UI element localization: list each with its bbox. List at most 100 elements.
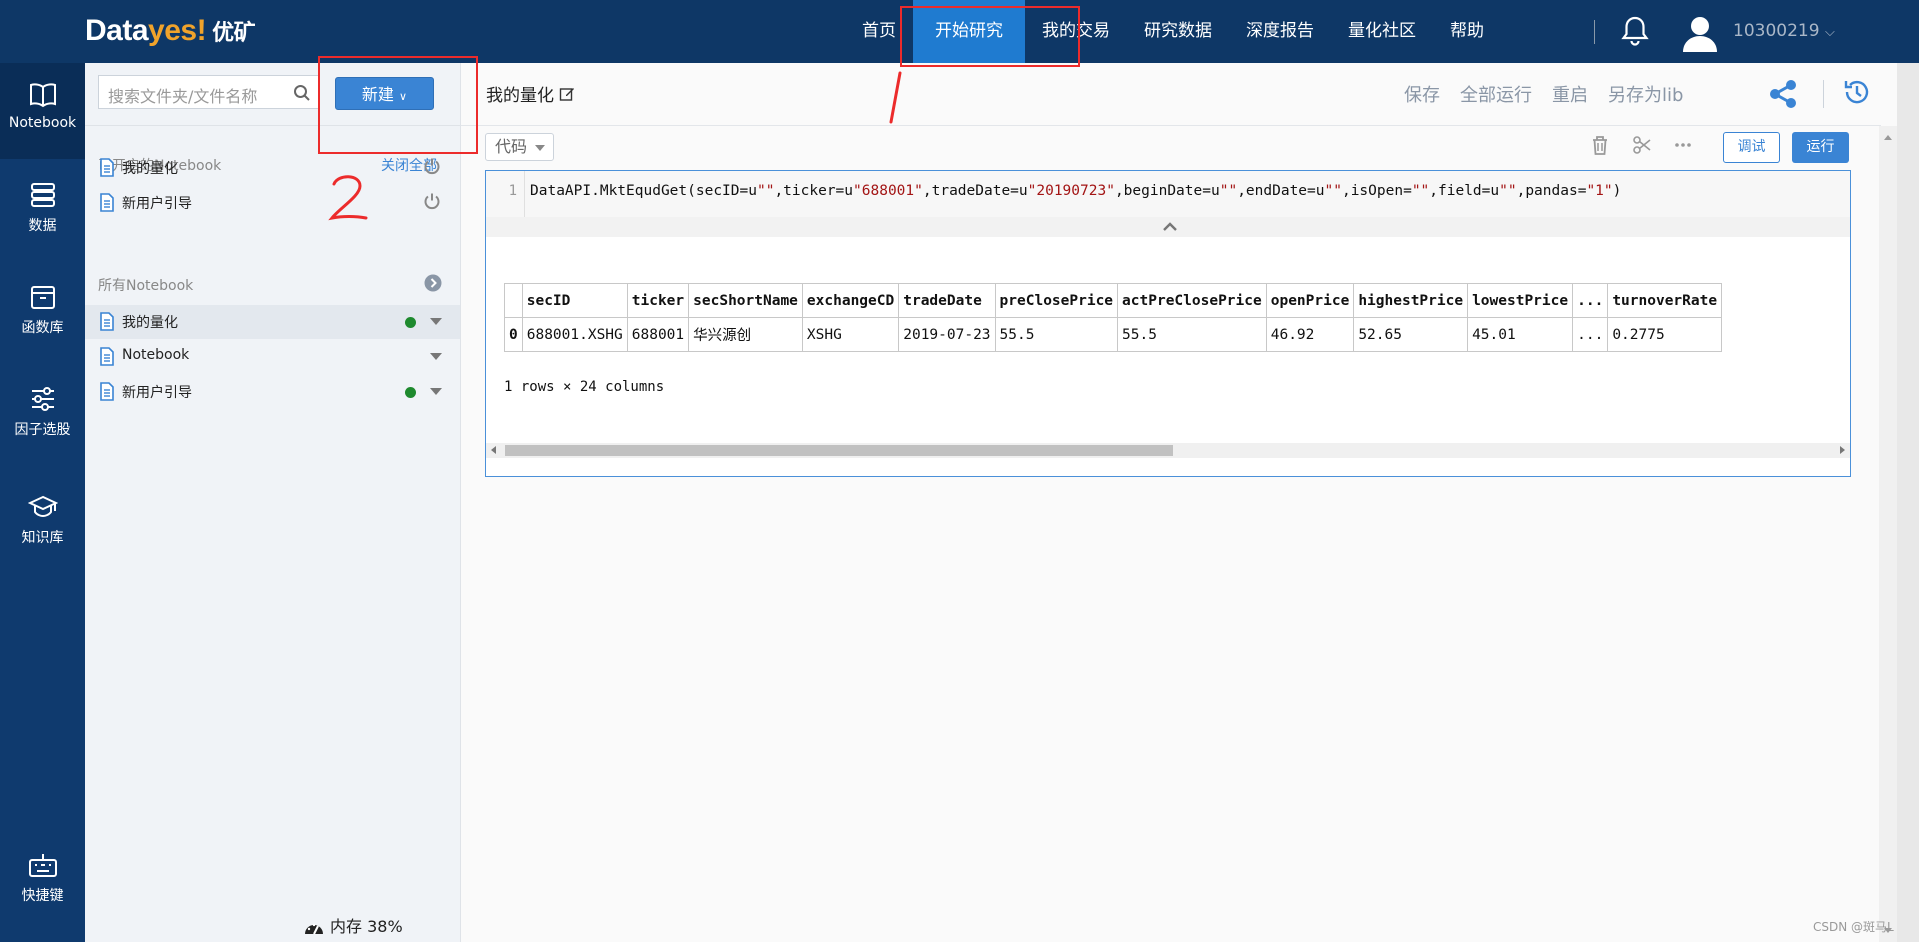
arrow-right-circle-icon[interactable] (424, 274, 442, 292)
table-cell: 688001.XSHG (521, 317, 628, 352)
save-button[interactable]: 保存 (1404, 81, 1440, 107)
chevron-down-icon: ⌵ (1824, 25, 1835, 40)
memory-indicator: 内存 38% (303, 913, 403, 937)
edit-icon[interactable] (559, 86, 575, 102)
row-index-cell: 0 (504, 317, 523, 352)
notebook-name: 我的量化 (122, 161, 178, 177)
annotation-mark-2 (328, 175, 368, 221)
sidebar-item-label: 因子选股 (14, 422, 71, 438)
user-id: 10300219 (1733, 21, 1820, 41)
annotation-box-2 (318, 56, 478, 154)
sidebar-item-label: Notebook (8, 115, 77, 131)
table-cell: 0.2775 (1607, 317, 1723, 352)
notebook-item[interactable]: Notebook (85, 340, 460, 372)
scroll-left-arrow-icon[interactable] (491, 446, 496, 454)
sidebar-item-label: 知识库 (21, 530, 64, 546)
trash-icon[interactable] (1591, 135, 1609, 155)
notebook-item[interactable]: 新用户引导 (85, 375, 460, 407)
notebook-title[interactable]: 我的量化 (486, 81, 575, 106)
caret-down-icon[interactable] (430, 388, 442, 395)
table-column-header: preClosePrice (994, 283, 1119, 318)
power-icon[interactable] (423, 192, 441, 210)
window-edge (1897, 63, 1919, 942)
run-all-button[interactable]: 全部运行 (1460, 81, 1532, 107)
document-icon (100, 158, 114, 177)
more-icon[interactable] (1673, 135, 1693, 155)
power-icon[interactable] (423, 157, 441, 175)
app-sidebar: Notebook 数据 函数库 因子选股 知识库 快捷键 (0, 63, 85, 942)
keyboard-icon (28, 854, 57, 877)
search-input[interactable]: 搜索文件夹/文件名称 (98, 75, 320, 109)
code-cell[interactable]: 1 DataAPI.MktEqudGet(secID=u"",ticker=u"… (485, 170, 1851, 477)
table-cell: 2019-07-23 (898, 317, 996, 352)
table-column-header: turnoverRate (1607, 283, 1723, 318)
scroll-right-arrow-icon[interactable] (1840, 446, 1845, 454)
notebook-actions: 保存 全部运行 重启 另存为lib (1404, 81, 1703, 107)
save-as-lib-button[interactable]: 另存为lib (1608, 81, 1683, 107)
cell-tools (1591, 135, 1693, 159)
user-menu[interactable]: 10300219 ⌵ (1733, 0, 1835, 64)
notebook-item[interactable]: 我的量化 (85, 305, 460, 339)
sidebar-item-label: 快捷键 (21, 888, 64, 904)
scroll-up-arrow-icon[interactable] (1884, 135, 1892, 140)
bell-icon[interactable] (1618, 14, 1652, 48)
table-cell: 688001 (626, 317, 690, 352)
table-cell: 52.65 (1353, 317, 1469, 352)
horizontal-scrollbar[interactable] (486, 443, 1850, 458)
opened-notebook-item[interactable]: 新用户引导 (85, 186, 460, 218)
nav-research-data[interactable]: 研究数据 (1127, 0, 1229, 63)
sidebar-item-knowledge[interactable]: 知识库 (0, 493, 85, 547)
table-column-header: secShortName (688, 283, 803, 318)
nav-help[interactable]: 帮助 (1433, 0, 1501, 63)
table-column-header: actPreClosePrice (1117, 283, 1267, 318)
run-button[interactable]: 运行 (1792, 132, 1849, 163)
search-placeholder: 搜索文件夹/文件名称 (108, 87, 258, 106)
annotation-box-1 (900, 6, 1080, 67)
notebook-name: 我的量化 (122, 315, 178, 331)
caret-down-icon[interactable] (430, 318, 442, 325)
document-icon (100, 193, 114, 212)
table-column-header: tradeDate (898, 283, 996, 318)
sidebar-item-factor-screen[interactable]: 因子选股 (0, 385, 85, 439)
sidebar-item-function-lib[interactable]: 函数库 (0, 283, 85, 337)
user-avatar-icon[interactable] (1680, 12, 1720, 52)
sidebar-item-notebook[interactable]: Notebook (0, 63, 85, 159)
sidebar-item-data[interactable]: 数据 (0, 181, 85, 235)
table-cell: 55.5 (1117, 317, 1267, 352)
sidebar-item-shortcuts[interactable]: 快捷键 (0, 853, 85, 905)
output-area: secID ticker secShortName exchangeCD tradeDa… (486, 171, 1850, 411)
scrollbar-thumb[interactable] (505, 445, 1173, 456)
history-icon[interactable] (1842, 77, 1872, 107)
table-row: 0 688001.XSHG 688001 华兴源创 XSHG 2019-07-23 55.5… (504, 317, 1723, 352)
restart-button[interactable]: 重启 (1552, 81, 1588, 107)
vertical-scrollbar[interactable] (1879, 126, 1897, 942)
table-cell: XSHG (801, 317, 900, 352)
document-icon (100, 347, 114, 366)
watermark: CSDN @斑马L (1813, 920, 1894, 934)
annotation-mark-1 (889, 71, 902, 124)
output-table: secID ticker secShortName exchangeCD tradeDa… (504, 283, 1723, 352)
document-icon (100, 382, 114, 401)
graduation-cap-icon (27, 495, 58, 518)
cell-type-select[interactable]: 代码 (485, 133, 554, 161)
debug-button[interactable]: 调试 (1723, 132, 1780, 163)
running-status-dot (405, 387, 416, 398)
caret-down-icon[interactable] (430, 353, 442, 360)
table-column-header: secID (521, 283, 628, 318)
table-cell: 华兴源创 (688, 317, 803, 352)
nav-quant-community[interactable]: 量化社区 (1331, 0, 1433, 63)
database-icon (30, 183, 55, 207)
table-column-header (504, 283, 523, 318)
memory-label: 内存 38% (330, 917, 403, 936)
table-column-header: ticker (626, 283, 690, 318)
table-cell: ... (1572, 317, 1609, 352)
opened-notebook-item[interactable]: 我的量化 (85, 151, 460, 183)
table-column-header: lowestPrice (1467, 283, 1574, 318)
nav-deep-reports[interactable]: 深度报告 (1229, 0, 1331, 63)
share-icon[interactable] (1767, 78, 1799, 110)
table-cell: 46.92 (1265, 317, 1355, 352)
scissors-icon[interactable] (1632, 135, 1652, 155)
search-icon[interactable] (293, 84, 311, 102)
datayes-logo[interactable]: Datayes! 优矿 (85, 14, 256, 48)
notebook-name: Notebook (122, 347, 190, 363)
